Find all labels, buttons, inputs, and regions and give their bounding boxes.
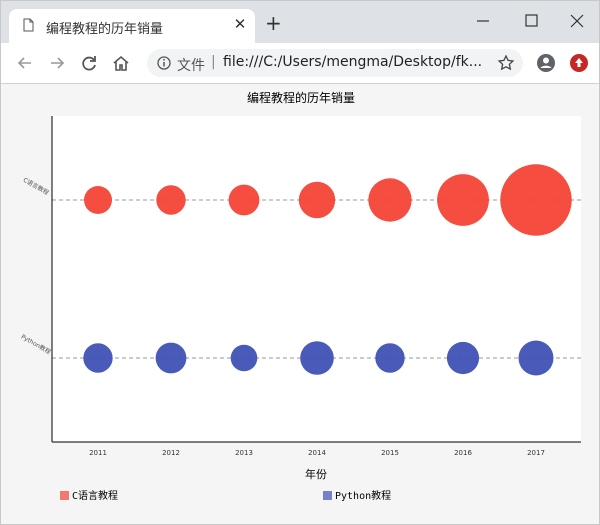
account-icon[interactable] [536,53,556,73]
bubble[interactable] [368,178,412,222]
browser-window: 编程教程的历年销量 ✕ + 文件 | file:///C:/Users/meng… [0,0,600,525]
maximize-icon[interactable] [521,11,541,31]
url-text[interactable]: file:///C:/Users/mengma/Desktop/fk... [223,54,482,70]
tab-close-icon[interactable]: ✕ [233,17,247,32]
page-content: 编程教程的历年销量 2011 2012 2013 2014 2015 2016 2017 P… [1,84,599,524]
x-axis-label: 年份 [305,467,327,481]
address-bar[interactable]: 文件 | file:///C:/Users/mengma/Desktop/fk.… [147,49,523,77]
bubble[interactable] [500,164,572,236]
extension-icon[interactable] [569,53,589,73]
browser-tab[interactable]: 编程教程的历年销量 ✕ [9,9,255,43]
tab-title: 编程教程的历年销量 [46,22,164,37]
home-icon[interactable] [111,53,131,73]
bubble[interactable] [446,341,480,375]
x-tick-label: 2017 [527,449,545,457]
minimize-icon[interactable] [473,11,493,31]
bubble[interactable] [230,344,258,372]
bubble[interactable] [300,341,334,375]
back-arrow-icon[interactable] [15,53,35,73]
legend: C语言教程 Python教程 [60,489,391,502]
bubble[interactable] [83,343,113,373]
legend-swatch [323,491,332,500]
chart-title: 编程教程的历年销量 [247,90,355,105]
bubble[interactable] [518,340,554,376]
y-tick-label: C语言教程 [22,176,50,197]
legend-label: C语言教程 [72,489,118,502]
bubble[interactable] [375,343,405,373]
star-icon[interactable] [497,54,515,72]
plot-area [52,116,581,442]
bubble[interactable] [437,174,489,226]
bubble[interactable] [228,184,260,216]
y-tick-labels: Python教程 C语言教程 [20,176,52,356]
y-tick-label: Python教程 [20,333,52,356]
info-icon[interactable] [157,56,171,70]
bubble[interactable] [84,186,112,214]
x-tick-label: 2013 [235,449,253,457]
title-bar: 编程教程的历年销量 ✕ + [1,1,599,43]
x-tick-label: 2011 [89,449,107,457]
legend-label: Python教程 [335,489,391,502]
new-tab-button[interactable]: + [265,13,282,33]
bubble[interactable] [298,181,336,219]
forward-arrow-icon[interactable] [47,53,67,73]
bubble[interactable] [155,342,187,374]
x-tick-labels: 2011 2012 2013 2014 2015 2016 2017 [89,449,545,457]
x-tick-label: 2016 [454,449,472,457]
browser-toolbar: 文件 | file:///C:/Users/mengma/Desktop/fk.… [1,43,599,84]
reload-icon[interactable] [79,53,99,73]
omnibox-separator: | [211,54,216,70]
x-tick-label: 2015 [381,449,399,457]
document-icon [23,18,34,32]
close-icon[interactable] [567,11,587,31]
legend-swatch [60,491,69,500]
plot-background [52,116,581,442]
x-tick-label: 2012 [162,449,180,457]
file-scheme-label: 文件 [177,58,205,74]
x-tick-label: 2014 [308,449,326,457]
bubble-chart: 编程教程的历年销量 2011 2012 2013 2014 2015 2016 2017 P… [20,90,581,502]
bubble[interactable] [156,185,186,215]
